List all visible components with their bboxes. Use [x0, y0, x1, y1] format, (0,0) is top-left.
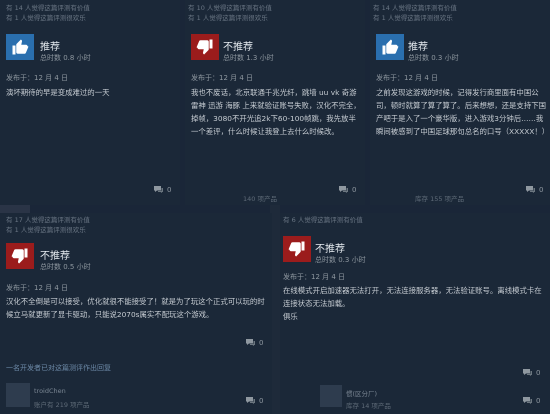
comment-count: 0: [536, 368, 541, 377]
review-card-5: 有 6 人觉得这篇评测有价值 不推荐 总时数 0.3 小时 发布于：12 月 4…: [280, 213, 550, 414]
review-card-3: 有 14 人觉得这篇评测有价值 有 1 人觉得这篇评测很欢乐 推荐 总时数 0.…: [370, 0, 550, 205]
reviewer-name[interactable]: 惯(区分厂): [346, 388, 377, 398]
posted-date: 发布于：12 月 4 日: [191, 74, 254, 82]
posted-date: 发布于：12 月 4 日: [6, 284, 69, 292]
verdict-label: 不推荐: [315, 244, 345, 255]
funny-count: 有 1 人觉得这篇评测很欢乐: [373, 14, 453, 22]
comment-button[interactable]: 0: [153, 185, 171, 194]
comment-icon: [526, 186, 535, 193]
comment-button-secondary[interactable]: 0: [245, 396, 263, 405]
developer-response-link[interactable]: 一名开发者已对这篇测评作出回复: [6, 363, 111, 373]
helpful-count: 有 14 人觉得这篇评测有价值: [373, 4, 457, 12]
thumbs-down-icon: [283, 236, 311, 262]
comment-button[interactable]: 0: [525, 185, 543, 194]
comment-icon: [154, 186, 163, 193]
comment-icon: [339, 186, 348, 193]
thumbs-down-icon: [6, 243, 34, 269]
comment-icon: [523, 397, 532, 404]
funny-count: 有 1 人觉得这篇评测很欢乐: [6, 14, 86, 22]
review-text: 汉化不全倒是可以接受，优化就很不能接受了！就是为了玩这个正式可以玩的时候立马就更…: [6, 297, 265, 319]
helpful-count: 有 6 人觉得这篇评测有价值: [283, 216, 363, 224]
helpful-count: 有 17 人觉得这篇评测有价值: [6, 216, 90, 224]
posted-date: 发布于：12 月 4 日: [283, 273, 346, 281]
hours-played: 总时数 0.3 小时: [408, 54, 459, 62]
review-card-2: 有 10 人觉得这篇评测有价值 有 1 人觉得这篇评测很欢乐 不推荐 总时数 1…: [185, 0, 365, 205]
comment-button[interactable]: 0: [338, 185, 356, 194]
hours-played: 总时数 0.8 小时: [40, 54, 91, 62]
review-text: 之前发现这游戏的时候，记得发行商里面有中国公司，顿时就算了算了算了。后来想想，还…: [376, 88, 550, 136]
comment-count: 0: [352, 185, 357, 194]
hours-played: 总时数 0.5 小时: [40, 263, 91, 271]
funny-count: 有 1 人觉得这篇评测很欢乐: [6, 226, 86, 234]
product-count: 库存 155 项产品: [415, 195, 465, 203]
posted-date: 发布于：12 月 4 日: [376, 74, 439, 82]
comment-icon: [246, 339, 255, 346]
comment-button-secondary[interactable]: 0: [522, 396, 540, 405]
comment-count: 0: [536, 396, 541, 405]
thumbs-down-icon: [191, 34, 219, 60]
review-text: 在线模式开启加速器无法打开，无法连接服务器，无法验证账号。离线模式卡在连接状态无…: [283, 286, 542, 321]
reviewer-name[interactable]: troidChen: [34, 387, 66, 395]
verdict-label: 推荐: [408, 42, 428, 53]
helpful-count: 有 14 人觉得这篇评测有价值: [6, 4, 90, 12]
review-card-4: 有 17 人觉得这篇评测有价值 有 1 人觉得这篇评测很欢乐 不推荐 总时数 0…: [0, 213, 272, 414]
review-text: 我也不废话，北京联通千兆光纤，跳墙 uu vk 奇游 雷神 迅游 海豚 上来就验…: [191, 88, 361, 136]
thumbs-up-icon: [376, 34, 404, 60]
comment-count: 0: [259, 396, 264, 405]
product-count: 库存 14 项产品: [346, 402, 391, 410]
comment-icon: [523, 369, 532, 376]
hours-played: 总时数 1.3 小时: [223, 54, 274, 62]
hours-played: 总时数 0.3 小时: [315, 256, 366, 264]
review-card-1: 有 14 人觉得这篇评测有价值 有 1 人觉得这篇评测很欢乐 推荐 总时数 0.…: [0, 0, 180, 205]
verdict-label: 不推荐: [223, 42, 253, 53]
comment-count: 0: [259, 338, 264, 347]
review-text: 演坏期待的早是变成难过的一天: [6, 88, 110, 97]
comment-count: 0: [539, 185, 544, 194]
product-count: 账户有 219 项产品: [34, 401, 90, 409]
funny-count: 有 1 人觉得这篇评测很欢乐: [188, 14, 268, 22]
comment-icon: [246, 397, 255, 404]
avatar[interactable]: [6, 383, 30, 407]
avatar[interactable]: [320, 385, 342, 407]
comment-button[interactable]: 0: [245, 338, 263, 347]
verdict-label: 不推荐: [40, 251, 70, 262]
comment-button[interactable]: 0: [522, 368, 540, 377]
helpful-count: 有 10 人觉得这篇评测有价值: [188, 4, 272, 12]
posted-date: 发布于：12 月 4 日: [6, 74, 69, 82]
thumbs-up-icon: [6, 34, 34, 60]
comment-count: 0: [167, 185, 172, 194]
verdict-label: 推荐: [40, 42, 60, 53]
product-count: 140 项产品: [243, 195, 277, 203]
